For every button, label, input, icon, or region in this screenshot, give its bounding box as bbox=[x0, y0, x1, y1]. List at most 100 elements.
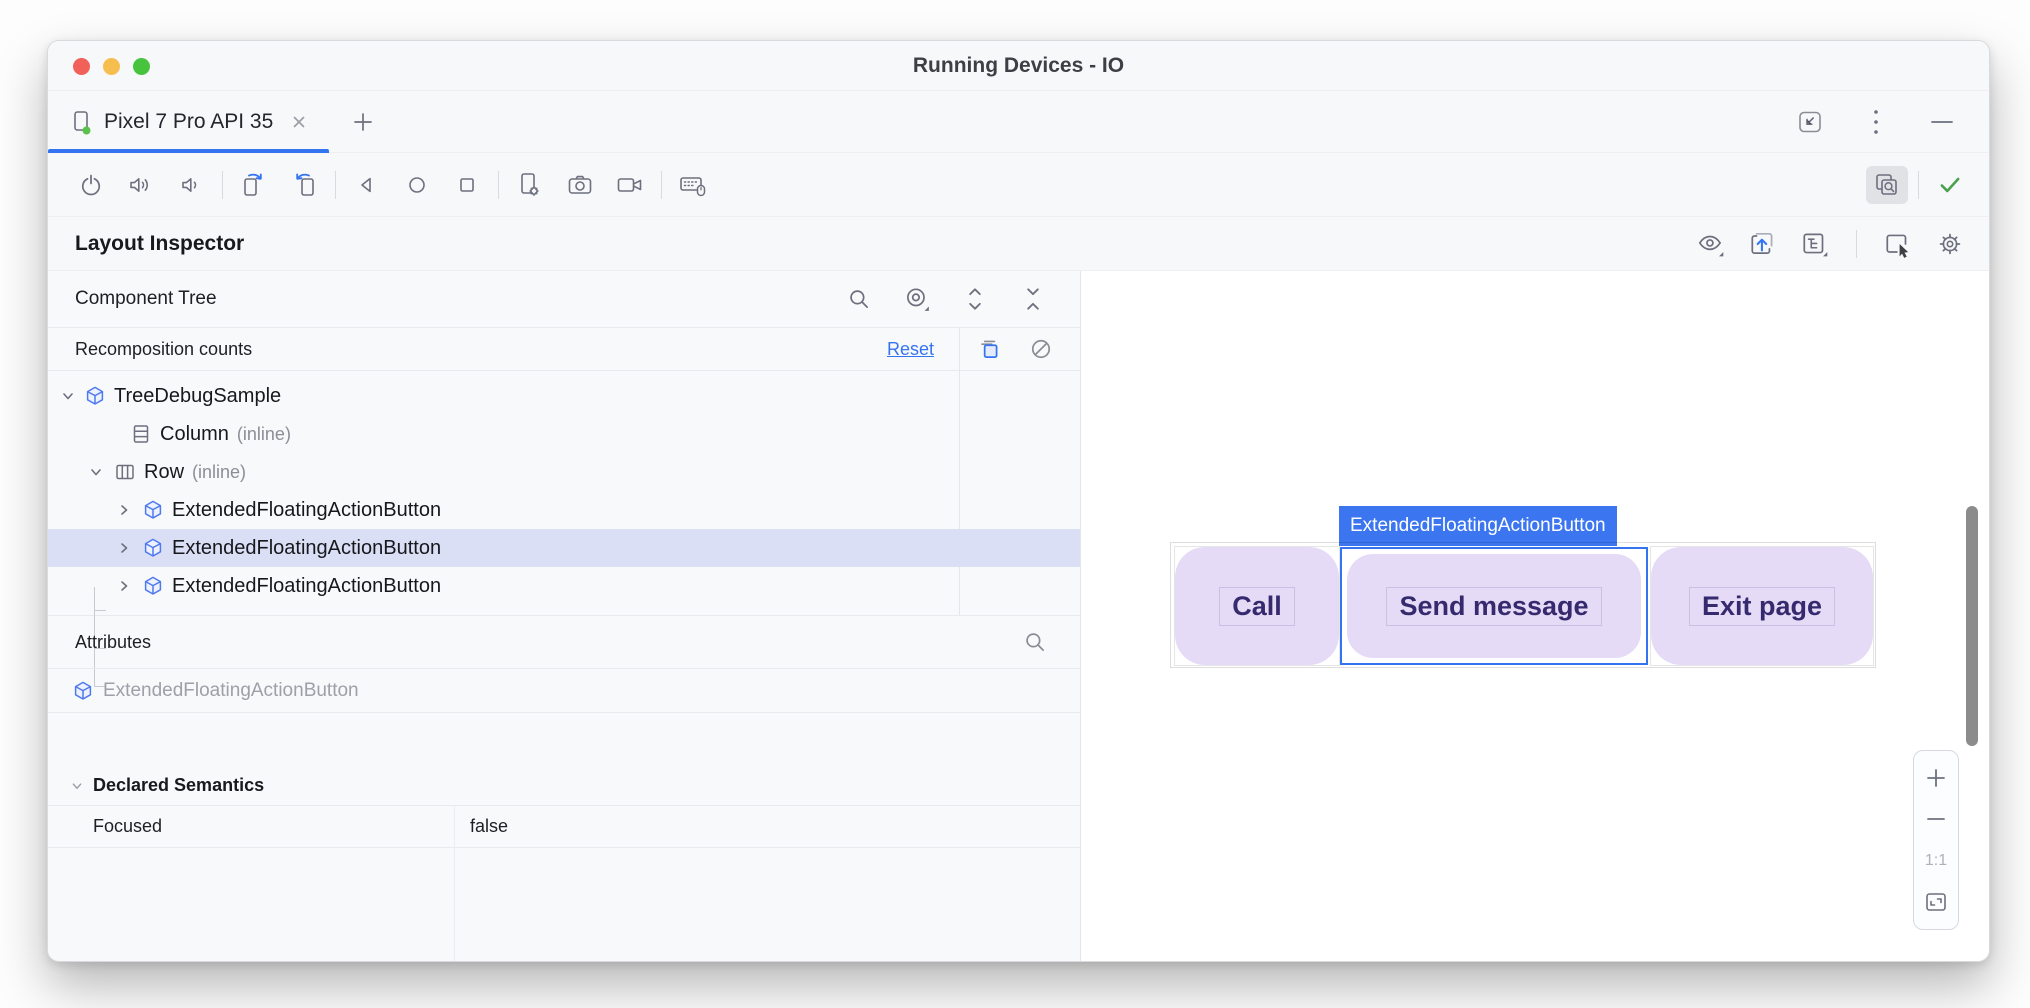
tree-node-treedebugsample[interactable]: TreeDebugSample bbox=[48, 377, 1080, 415]
tree-node-efab-3[interactable]: ExtendedFloatingActionButton bbox=[48, 567, 1080, 605]
apply-check-icon[interactable] bbox=[1929, 166, 1971, 204]
compose-node-icon bbox=[84, 385, 106, 407]
dock-window-icon[interactable] bbox=[1789, 103, 1831, 141]
layout-inspector-toggle-icon[interactable] bbox=[1866, 166, 1908, 204]
more-options-kebab-icon[interactable] bbox=[1855, 103, 1897, 141]
layout-inspector-title: Layout Inspector bbox=[75, 232, 244, 256]
tab-pixel-7-pro[interactable]: Pixel 7 Pro API 35 bbox=[48, 91, 329, 153]
chevron-down-icon[interactable] bbox=[86, 462, 106, 482]
tab-close-icon[interactable] bbox=[291, 114, 307, 130]
volume-up-icon[interactable] bbox=[120, 166, 162, 204]
row-layout-icon bbox=[114, 461, 136, 483]
zoom-out-button[interactable] bbox=[1921, 804, 1951, 834]
attributes-search-icon[interactable] bbox=[1014, 623, 1056, 661]
chevron-down-icon[interactable] bbox=[68, 777, 86, 795]
call-button[interactable]: Call bbox=[1175, 547, 1339, 665]
tree-view-options-icon[interactable] bbox=[1794, 225, 1836, 263]
vertical-scrollbar-thumb[interactable] bbox=[1966, 506, 1978, 746]
attributes-component-name: ExtendedFloatingActionButton bbox=[103, 680, 359, 702]
declared-semantics-header[interactable]: Declared Semantics bbox=[48, 766, 1080, 806]
compose-node-icon bbox=[142, 575, 164, 597]
window-title: Running Devices - IO bbox=[48, 41, 1989, 91]
power-button-icon[interactable] bbox=[70, 166, 112, 204]
component-tree-panel: Component Tree Reco bbox=[48, 271, 1081, 961]
fab-call-bounds: Call bbox=[1174, 546, 1340, 666]
rotate-left-icon[interactable] bbox=[233, 166, 275, 204]
component-tree: TreeDebugSample Column (inline) Row (inl… bbox=[48, 371, 1080, 616]
fab-exit-bounds: Exit page bbox=[1650, 546, 1874, 666]
new-tab-button[interactable] bbox=[344, 103, 382, 141]
device-settings-icon[interactable] bbox=[509, 166, 551, 204]
compose-node-icon bbox=[142, 537, 164, 559]
tree-node-label: Column bbox=[160, 423, 229, 446]
reset-counts-link[interactable]: Reset bbox=[887, 339, 934, 360]
attributes-column-divider bbox=[454, 806, 455, 961]
tree-node-efab-2-selected[interactable]: ExtendedFloatingActionButton bbox=[48, 529, 1080, 567]
android-back-icon[interactable] bbox=[346, 166, 388, 204]
zoom-in-button[interactable] bbox=[1921, 763, 1951, 793]
device-mirror-panel: ExtendedFloatingActionButton Call Send m… bbox=[1082, 271, 1989, 961]
tree-node-label: TreeDebugSample bbox=[114, 385, 281, 408]
layout-inspector-header: Layout Inspector bbox=[48, 217, 1989, 271]
hide-toolwindow-icon[interactable] bbox=[1921, 103, 1963, 141]
send-message-button-label: Send message bbox=[1386, 587, 1601, 626]
volume-down-icon[interactable] bbox=[170, 166, 212, 204]
tree-node-label: Row bbox=[144, 461, 184, 484]
send-message-button[interactable]: Send message bbox=[1347, 554, 1641, 658]
highlight-visibility-icon[interactable] bbox=[896, 280, 938, 318]
toolbar-separator bbox=[335, 171, 336, 199]
desktop-background: Running Devices - IO Pixel 7 Pro API 35 bbox=[0, 0, 2030, 1008]
tree-search-icon[interactable] bbox=[838, 280, 880, 318]
tab-label: Pixel 7 Pro API 35 bbox=[104, 110, 273, 134]
tree-node-label: ExtendedFloatingActionButton bbox=[172, 499, 441, 522]
tabbar: Pixel 7 Pro API 35 bbox=[48, 91, 1989, 153]
select-component-icon[interactable] bbox=[1877, 225, 1919, 263]
recomposition-counts-row: Recomposition counts Reset bbox=[48, 328, 1080, 371]
tree-node-label: ExtendedFloatingActionButton bbox=[172, 537, 441, 560]
tree-node-efab-1[interactable]: ExtendedFloatingActionButton bbox=[48, 491, 1080, 529]
property-value: false bbox=[454, 816, 508, 837]
chevron-right-icon[interactable] bbox=[114, 576, 134, 596]
expand-all-icon[interactable] bbox=[954, 280, 996, 318]
hardware-input-icon[interactable] bbox=[672, 166, 714, 204]
exit-page-button[interactable]: Exit page bbox=[1651, 547, 1873, 665]
tree-node-column[interactable]: Column (inline) bbox=[48, 415, 1080, 453]
tree-node-suffix: (inline) bbox=[192, 462, 246, 483]
toolbar-separator bbox=[661, 171, 662, 199]
rotate-right-icon[interactable] bbox=[283, 166, 325, 204]
chevron-down-icon[interactable] bbox=[58, 386, 78, 406]
collapse-all-icon[interactable] bbox=[1012, 280, 1054, 318]
zoom-to-fit-icon[interactable] bbox=[1921, 887, 1951, 917]
view-options-eye-icon[interactable] bbox=[1690, 225, 1732, 263]
property-name: Focused bbox=[48, 816, 454, 837]
android-overview-icon[interactable] bbox=[446, 166, 488, 204]
compose-node-icon bbox=[142, 499, 164, 521]
selection-tag: ExtendedFloatingActionButton bbox=[1339, 506, 1617, 546]
toggle-deep-inspect-icon[interactable] bbox=[1742, 225, 1784, 263]
zoom-actual-size-button[interactable]: 1:1 bbox=[1921, 846, 1951, 876]
exit-page-button-label: Exit page bbox=[1689, 587, 1835, 626]
recomposition-counts-column-icon[interactable] bbox=[976, 336, 1002, 362]
call-button-label: Call bbox=[1219, 587, 1295, 626]
titlebar: Running Devices - IO bbox=[48, 41, 1989, 91]
android-home-icon[interactable] bbox=[396, 166, 438, 204]
screen-record-icon[interactable] bbox=[609, 166, 651, 204]
main-content: Component Tree Reco bbox=[48, 271, 1989, 961]
semantics-property-row[interactable]: Focused false bbox=[48, 806, 1080, 848]
toolbar-separator bbox=[1918, 171, 1919, 199]
selection-outline: Send message bbox=[1340, 547, 1648, 665]
hide-system-nodes-icon[interactable] bbox=[1028, 336, 1054, 362]
row-layout-bounds: Call Send message Exit page bbox=[1170, 542, 1876, 668]
tree-node-suffix: (inline) bbox=[237, 424, 291, 445]
attributes-header: Attributes bbox=[48, 616, 1080, 669]
chevron-right-icon[interactable] bbox=[114, 500, 134, 520]
chevron-right-icon[interactable] bbox=[114, 538, 134, 558]
compose-node-icon bbox=[72, 680, 94, 702]
tree-node-row[interactable]: Row (inline) bbox=[48, 453, 1080, 491]
settings-gear-icon[interactable] bbox=[1929, 225, 1971, 263]
running-devices-window: Running Devices - IO Pixel 7 Pro API 35 bbox=[47, 40, 1990, 962]
screenshot-camera-icon[interactable] bbox=[559, 166, 601, 204]
component-tree-header: Component Tree bbox=[48, 271, 1080, 328]
attributes-component-row: ExtendedFloatingActionButton bbox=[48, 669, 1080, 713]
tree-node-label: ExtendedFloatingActionButton bbox=[172, 575, 441, 598]
